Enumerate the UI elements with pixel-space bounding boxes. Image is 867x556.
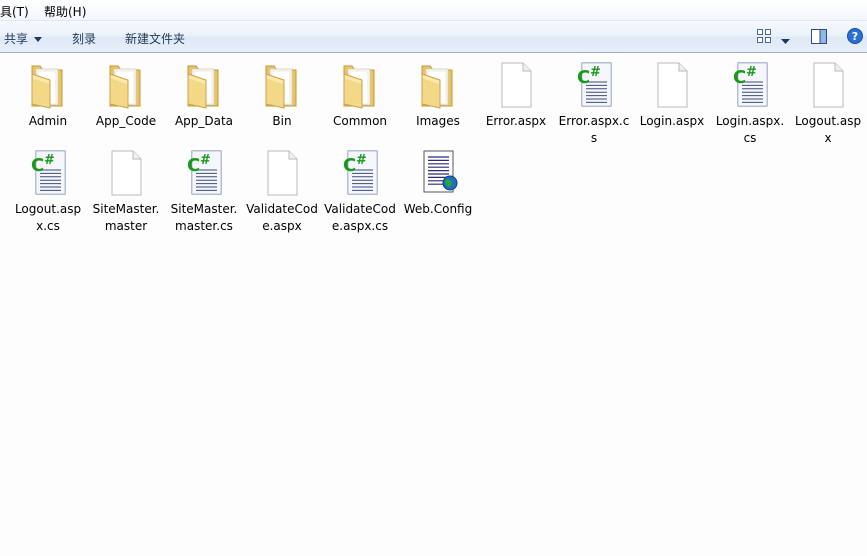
file-name-label: Logout.aspx.cs [14,202,82,233]
file-name-label: Error.aspx.cs [558,114,630,145]
file-name-label: Login.aspx.cs [715,114,785,145]
file-icon [648,60,696,110]
folder-icon [258,60,306,110]
file-list: Admin App_Code App_Data Bin Common Images Erro… [0,54,867,556]
svg-text:#: # [746,65,757,80]
svg-text:#: # [44,153,55,168]
folder-icon [180,60,228,110]
svg-text:C: C [187,155,200,176]
file-icon [492,60,540,110]
file-item[interactable]: C # Logout.aspx.cs [10,148,86,235]
csharp-file-icon: C # [180,148,228,198]
folder-item[interactable]: Images [400,60,476,130]
folder-item[interactable]: App_Code [88,60,164,130]
folder-icon [336,60,384,110]
share-button[interactable]: 共享 [4,30,43,47]
new-folder-button[interactable]: 新建文件夹 [125,30,185,47]
file-name-label: App_Code [95,114,157,128]
command-bar: 共享 刻录 新建文件夹 ? [0,21,867,53]
svg-text:#: # [356,153,367,168]
file-name-label: Images [416,114,460,128]
file-item[interactable]: C # SiteMaster.master.cs [166,148,242,235]
folder-item[interactable]: Bin [244,60,320,130]
burn-button[interactable]: 刻录 [72,30,96,47]
file-item[interactable]: C # ValidateCode.aspx.cs [322,148,398,235]
file-item[interactable]: C # Error.aspx.cs [556,60,632,147]
chevron-down-icon [34,37,43,42]
csharp-file-icon: C # [570,60,618,110]
file-item[interactable]: Login.aspx [634,60,710,130]
file-name-label: SiteMaster.master [92,202,160,233]
csharp-file-icon: C # [336,148,384,198]
file-name-label: SiteMaster.master.cs [170,202,238,233]
file-name-label: ValidateCode.aspx.cs [324,202,396,233]
file-icon [804,60,852,110]
menu-tools[interactable]: 具(T) [0,3,29,20]
file-name-label: Web.Config [403,202,473,216]
file-item[interactable]: ValidateCode.aspx [244,148,320,235]
config-file-icon [414,148,462,198]
file-name-label: Error.aspx [485,114,547,128]
svg-text:C: C [31,155,44,176]
csharp-file-icon: C # [24,148,72,198]
folder-item[interactable]: Common [322,60,398,130]
file-item[interactable]: Web.Config [400,148,476,218]
file-name-label: App_Data [174,114,234,128]
file-icon [258,148,306,198]
file-icon [102,148,150,198]
view-options-chevron-icon[interactable] [781,34,790,48]
folder-icon [24,60,72,110]
menu-bar: 具(T) 帮助(H) [0,0,867,21]
change-view-icon[interactable] [757,29,771,46]
file-name-label: Bin [272,114,292,128]
folder-item[interactable]: Admin [10,60,86,130]
file-item[interactable]: Logout.aspx [790,60,866,147]
file-name-label: Admin [28,114,68,128]
svg-text:C: C [733,67,746,88]
file-name-label: ValidateCode.aspx [246,202,318,233]
folder-icon [414,60,462,110]
help-icon[interactable]: ? [847,28,863,47]
folder-icon [102,60,150,110]
svg-text:#: # [200,153,211,168]
menu-help[interactable]: 帮助(H) [44,3,86,20]
file-item[interactable]: SiteMaster.master [88,148,164,235]
csharp-file-icon: C # [726,60,774,110]
folder-item[interactable]: App_Data [166,60,242,130]
svg-text:C: C [577,67,590,88]
file-name-label: Common [332,114,388,128]
svg-text:C: C [343,155,356,176]
file-item[interactable]: Error.aspx [478,60,554,130]
share-label: 共享 [4,32,29,46]
svg-text:?: ? [852,30,858,43]
file-name-label: Login.aspx [639,114,705,128]
preview-pane-icon[interactable] [811,29,827,47]
svg-text:#: # [590,65,601,80]
file-name-label: Logout.aspx [794,114,862,145]
file-item[interactable]: C # Login.aspx.cs [712,60,788,147]
